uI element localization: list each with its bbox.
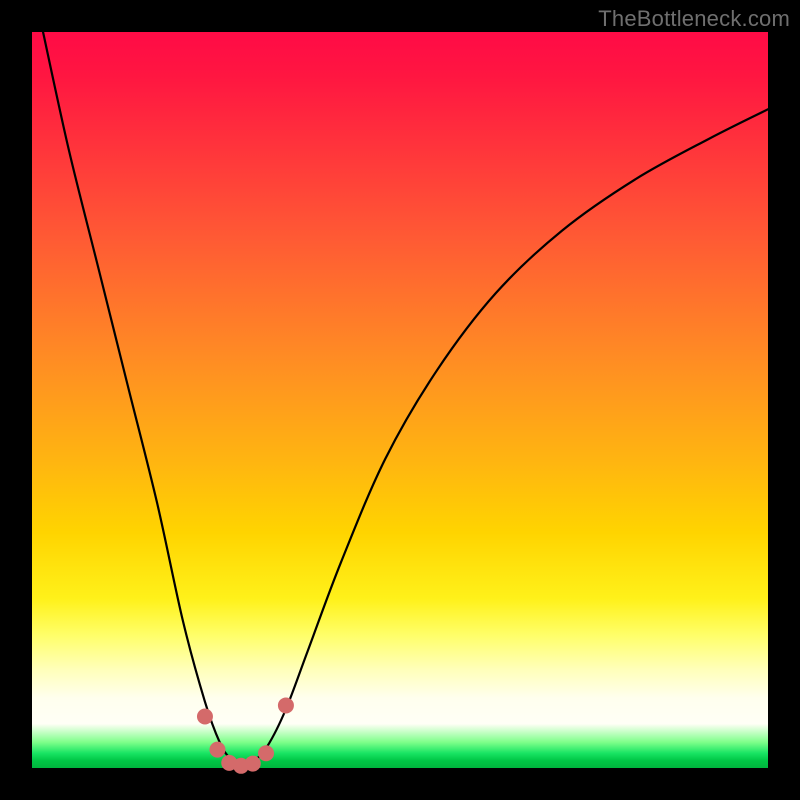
chart-svg: [32, 32, 768, 768]
bottleneck-curve: [43, 32, 768, 765]
marker-dot: [278, 697, 294, 713]
marker-dot: [197, 708, 213, 724]
highlighted-points: [197, 697, 294, 773]
plot-area: [32, 32, 768, 768]
chart-frame: TheBottleneck.com: [0, 0, 800, 800]
watermark-text: TheBottleneck.com: [598, 6, 790, 32]
marker-dot: [258, 745, 274, 761]
marker-dot: [245, 756, 261, 772]
marker-dot: [209, 742, 225, 758]
